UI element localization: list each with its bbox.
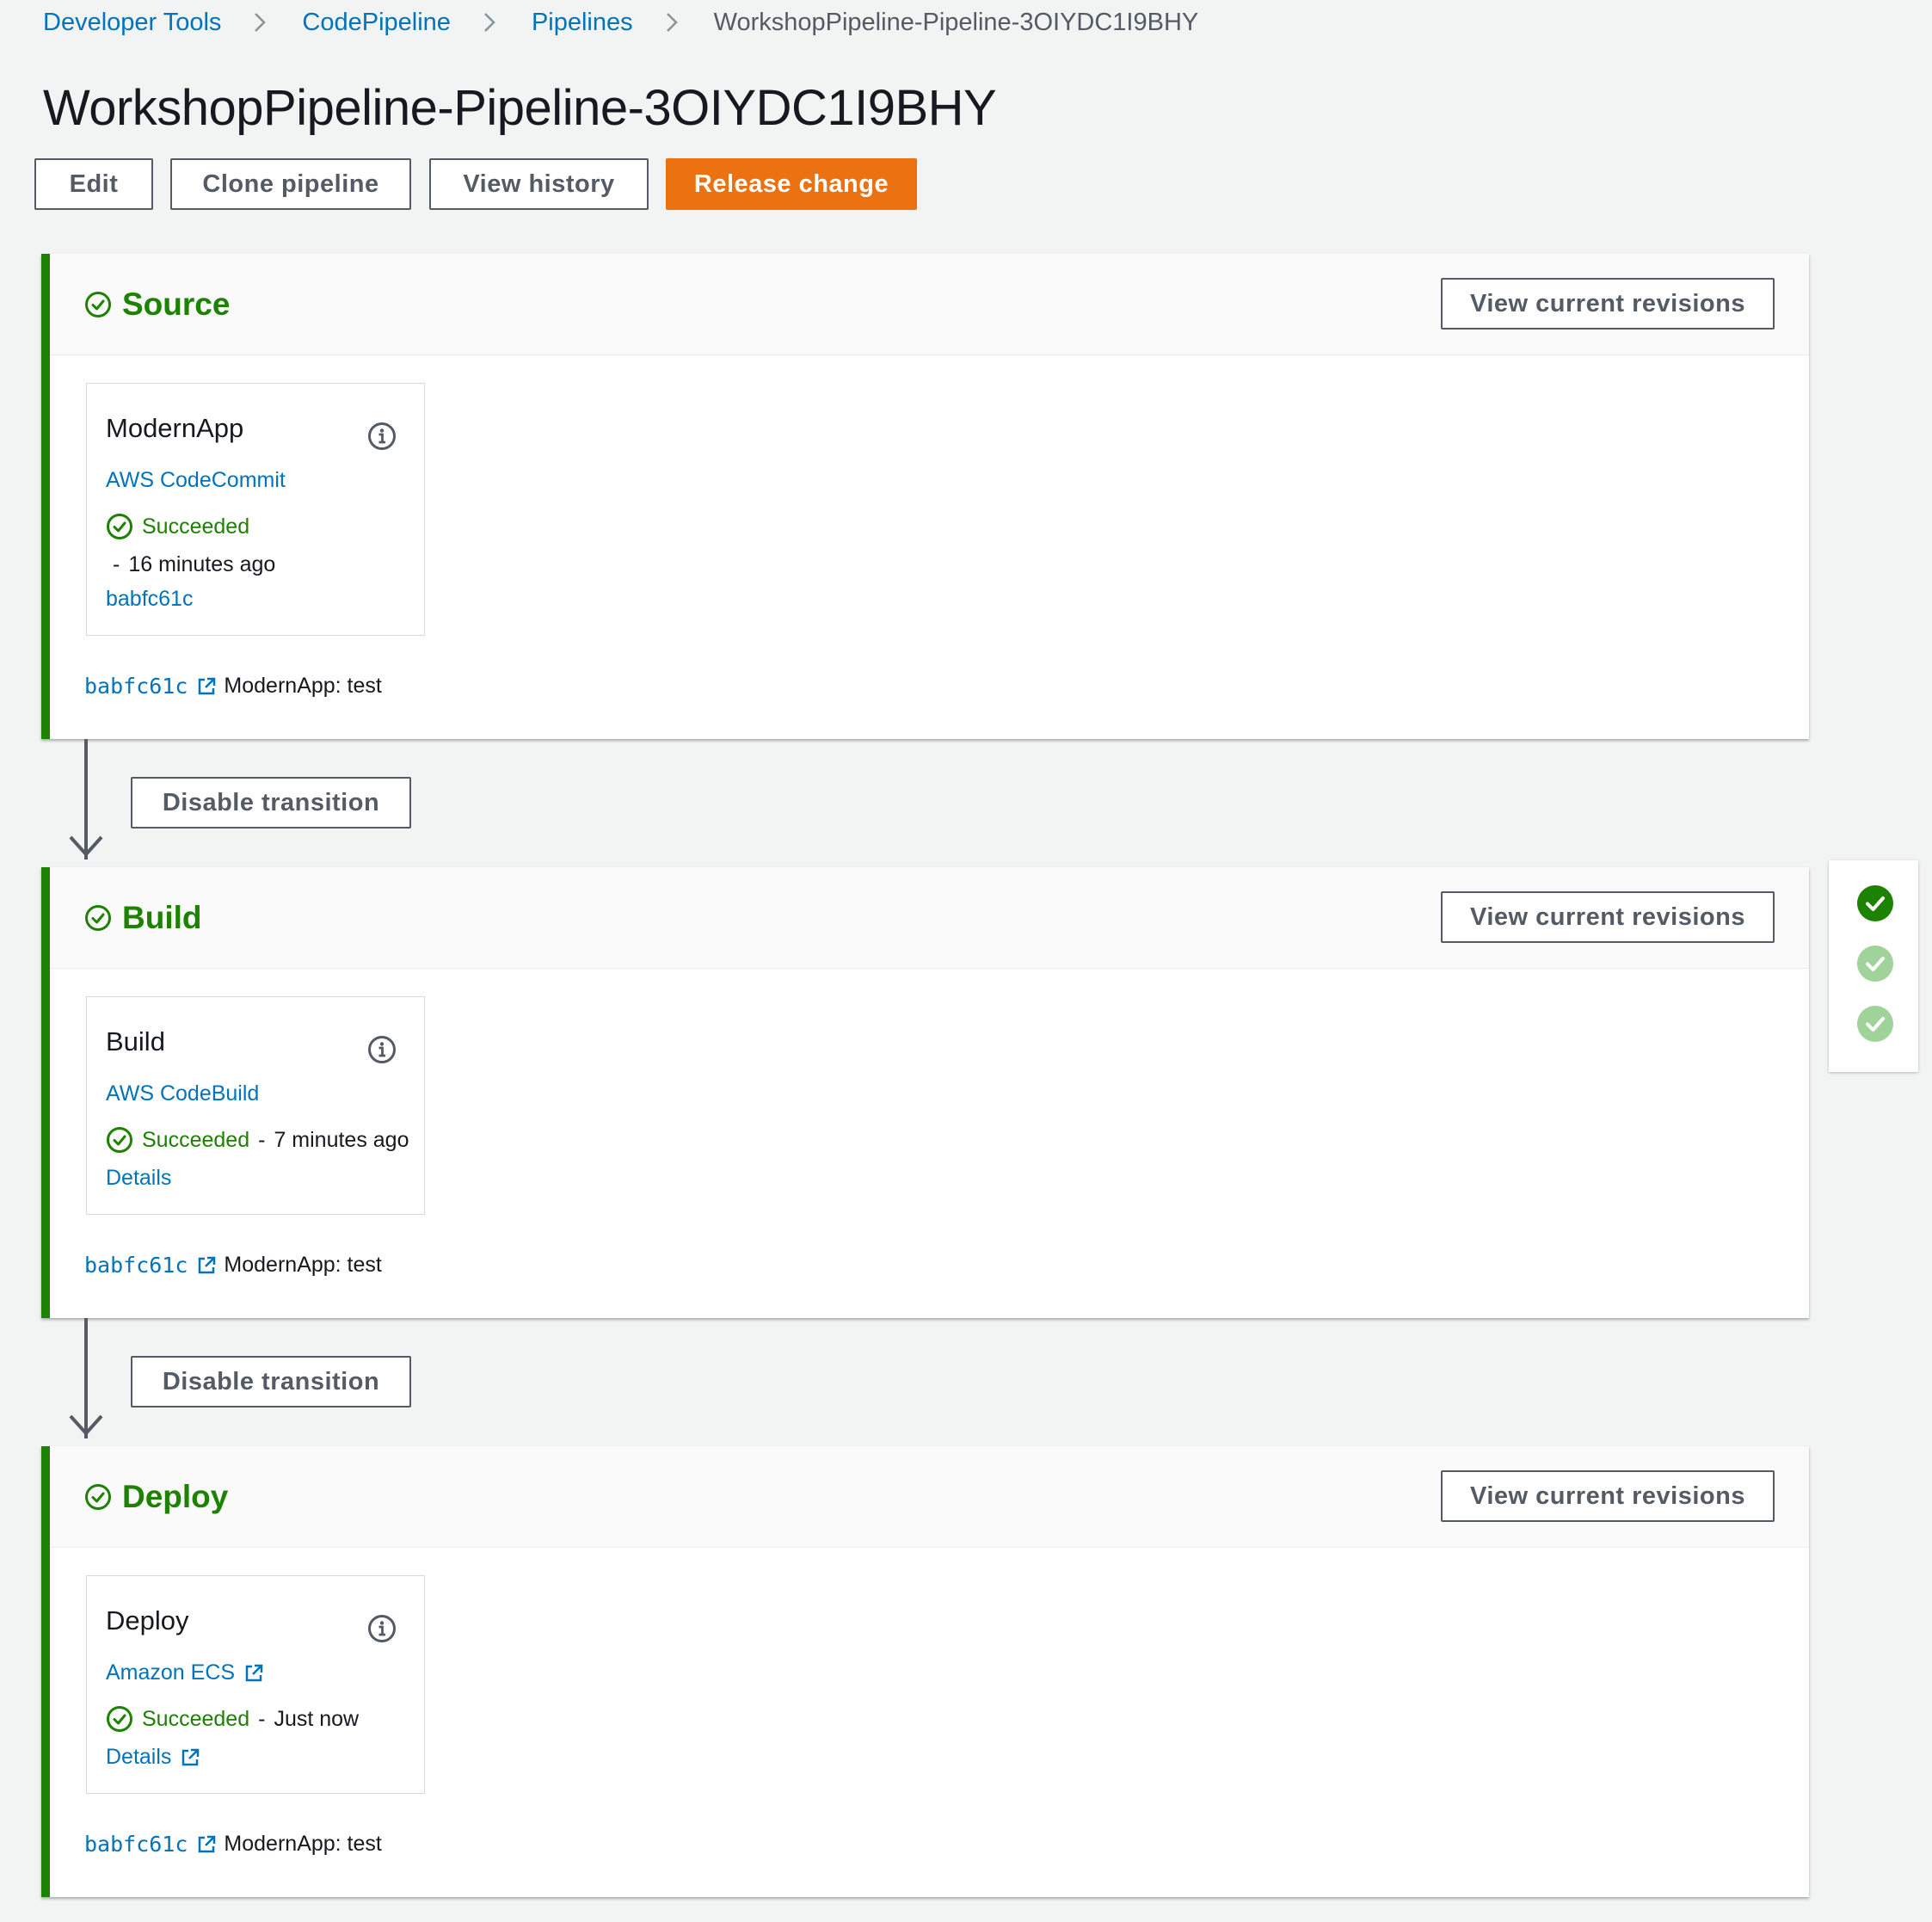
edit-button[interactable]: Edit	[34, 158, 153, 210]
view-current-revisions-button[interactable]: View current revisions	[1441, 891, 1775, 943]
revision-message: ModernApp: test	[224, 1832, 382, 1856]
action-name: Deploy	[106, 1605, 189, 1636]
arrow-down-icon	[67, 1413, 105, 1438]
details-link[interactable]: Details	[106, 1745, 200, 1770]
revision-line: babfc61c ModernApp: test	[84, 674, 382, 699]
check-circle-icon	[106, 513, 133, 540]
stage-nav-source-icon[interactable]	[1856, 884, 1894, 922]
revision-id-link[interactable]: babfc61c	[84, 1832, 188, 1857]
commit-link[interactable]: babfc61c	[106, 587, 193, 612]
check-circle-icon	[84, 291, 112, 318]
breadcrumb: Developer Tools CodePipeline Pipelines W…	[43, 7, 1198, 38]
stage-nav-deploy-icon[interactable]	[1856, 1005, 1894, 1043]
status-dash: -	[258, 1706, 266, 1731]
status-time-row: -16 minutes ago	[113, 552, 275, 577]
stage-header: Build View current revisions	[50, 867, 1809, 969]
action-status: Succeeded - Just now	[106, 1705, 359, 1733]
stage-name: Deploy	[122, 1479, 229, 1514]
stage-build: Build View current revisions Build AWS C…	[41, 867, 1809, 1318]
stage-source: Source View current revisions ModernApp …	[41, 254, 1809, 739]
info-icon[interactable]	[367, 422, 397, 451]
stage-nav-build-icon[interactable]	[1856, 945, 1894, 983]
clone-pipeline-button[interactable]: Clone pipeline	[170, 158, 411, 210]
info-icon[interactable]	[367, 1035, 397, 1064]
breadcrumb-developer-tools[interactable]: Developer Tools	[43, 9, 221, 37]
status-time: 16 minutes ago	[128, 552, 276, 576]
external-link-icon[interactable]	[196, 1834, 217, 1855]
action-card: ModernApp AWS CodeCommit Succeeded -16 m…	[86, 383, 425, 636]
view-current-revisions-button[interactable]: View current revisions	[1441, 278, 1775, 330]
release-change-button[interactable]: Release change	[666, 158, 917, 210]
revision-line: babfc61c ModernApp: test	[84, 1253, 382, 1278]
revision-id-link[interactable]: babfc61c	[84, 1253, 188, 1278]
page-title: WorkshopPipeline-Pipeline-3OIYDC1I9BHY	[43, 80, 997, 136]
arrow-down-icon	[67, 834, 105, 859]
status-text: Succeeded	[142, 514, 250, 539]
view-current-revisions-button[interactable]: View current revisions	[1441, 1470, 1775, 1522]
stage-title: Build	[84, 867, 201, 969]
chevron-right-icon	[477, 9, 502, 35]
status-text: Succeeded	[142, 1706, 250, 1731]
disable-transition-button[interactable]: Disable transition	[131, 1356, 411, 1408]
stage-header: Source View current revisions	[50, 254, 1809, 355]
status-dash: -	[113, 552, 120, 576]
revision-message: ModernApp: test	[224, 1253, 382, 1277]
stage-deploy: Deploy View current revisions Deploy Ama…	[41, 1446, 1809, 1897]
action-status: Succeeded - 7 minutes ago	[106, 1126, 409, 1154]
action-card: Build AWS CodeBuild Succeeded - 7 minute…	[86, 996, 425, 1215]
revision-id-link[interactable]: babfc61c	[84, 674, 188, 699]
action-provider-link[interactable]: AWS CodeCommit	[106, 468, 286, 493]
status-text: Succeeded	[142, 1127, 250, 1152]
action-name: ModernApp	[106, 413, 244, 443]
check-circle-icon	[84, 1483, 112, 1511]
action-name: Build	[106, 1026, 165, 1056]
status-time: 7 minutes ago	[274, 1127, 409, 1152]
stage-header: Deploy View current revisions	[50, 1446, 1809, 1548]
stage-title: Deploy	[84, 1446, 228, 1548]
breadcrumb-pipelines[interactable]: Pipelines	[532, 9, 633, 37]
action-provider-link[interactable]: Amazon ECS	[106, 1660, 264, 1685]
check-circle-icon	[106, 1705, 133, 1733]
external-link-icon[interactable]	[196, 1255, 217, 1276]
transition: Disable transition	[41, 1318, 471, 1445]
view-history-button[interactable]: View history	[429, 158, 649, 210]
stage-name: Source	[122, 286, 231, 322]
status-time: Just now	[274, 1706, 360, 1731]
transition: Disable transition	[41, 739, 471, 866]
details-link[interactable]: Details	[106, 1166, 171, 1191]
info-icon[interactable]	[367, 1614, 397, 1643]
chevron-right-icon	[247, 9, 273, 35]
revision-message: ModernApp: test	[224, 674, 382, 698]
stage-title: Source	[84, 254, 230, 355]
chevron-right-icon	[659, 9, 685, 35]
stage-navigator	[1829, 860, 1918, 1072]
external-link-icon[interactable]	[196, 676, 217, 697]
revision-line: babfc61c ModernApp: test	[84, 1832, 382, 1857]
check-circle-icon	[84, 904, 112, 932]
check-circle-icon	[106, 1126, 133, 1154]
breadcrumb-current: WorkshopPipeline-Pipeline-3OIYDC1I9BHY	[713, 8, 1199, 36]
status-dash: -	[258, 1127, 266, 1152]
disable-transition-button[interactable]: Disable transition	[131, 777, 411, 829]
stage-name: Build	[122, 900, 202, 935]
breadcrumb-codepipeline[interactable]: CodePipeline	[302, 9, 451, 37]
action-status: Succeeded	[106, 513, 249, 540]
external-link-icon	[243, 1663, 264, 1684]
external-link-icon	[180, 1747, 200, 1768]
action-provider-link[interactable]: AWS CodeBuild	[106, 1081, 259, 1106]
action-card: Deploy Amazon ECS Succeeded - Just now D…	[86, 1575, 425, 1794]
